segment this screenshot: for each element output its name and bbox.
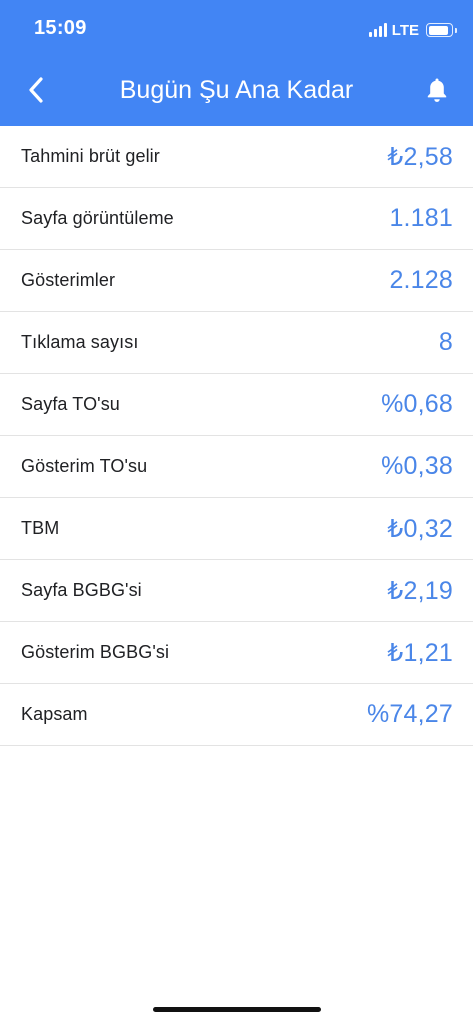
metric-value: %0,68 <box>381 390 453 418</box>
metric-row-page-ctr[interactable]: Sayfa TO'su %0,68 <box>0 374 473 436</box>
battery-icon <box>426 23 457 37</box>
metric-row-page-views[interactable]: Sayfa görüntüleme 1.181 <box>0 188 473 250</box>
metric-label: Sayfa görüntüleme <box>21 208 174 228</box>
metric-row-coverage[interactable]: Kapsam %74,27 <box>0 684 473 746</box>
status-bar: 15:09 LTE <box>0 0 473 58</box>
metric-value: 8 <box>438 328 453 356</box>
status-indicators: LTE <box>368 20 457 40</box>
metric-row-impression-ctr[interactable]: Gösterim TO'su %0,38 <box>0 436 473 498</box>
metric-value: ₺2,58 <box>387 142 453 171</box>
metric-label: Gösterim BGBG'si <box>21 642 170 662</box>
metric-value: ₺2,19 <box>387 576 453 605</box>
metric-label: Tıklama sayısı <box>21 332 139 352</box>
metric-value: 1.181 <box>389 204 453 232</box>
metric-row-impression-rpm[interactable]: Gösterim BGBG'si ₺1,21 <box>0 622 473 684</box>
metric-label: Gösterimler <box>21 270 116 290</box>
metric-row-clicks[interactable]: Tıklama sayısı 8 <box>0 312 473 374</box>
back-button[interactable] <box>18 72 54 108</box>
metrics-list: Tahmini brüt gelir ₺2,58 Sayfa görüntüle… <box>0 126 473 746</box>
page-title: Bugün Şu Ana Kadar <box>119 76 354 104</box>
navigation-bar: Bugün Şu Ana Kadar <box>0 58 473 126</box>
metric-label: Sayfa TO'su <box>21 394 120 414</box>
metric-value: %74,27 <box>367 700 453 728</box>
metric-value: 2.128 <box>389 266 453 294</box>
metric-row-page-rpm[interactable]: Sayfa BGBG'si ₺2,19 <box>0 560 473 622</box>
metric-value: %0,38 <box>381 452 453 480</box>
home-indicator[interactable] <box>153 1007 321 1012</box>
app-header: 15:09 LTE Bugün Şu Ana Kadar <box>0 0 473 126</box>
metric-label: Kapsam <box>21 704 88 724</box>
metric-value: ₺1,21 <box>387 638 453 667</box>
chevron-left-icon <box>29 77 43 103</box>
cellular-signal-icon <box>368 23 387 37</box>
metric-value: ₺0,32 <box>387 514 453 543</box>
network-type: LTE <box>391 21 419 39</box>
notifications-button[interactable] <box>419 72 455 108</box>
status-time: 15:09 <box>34 17 87 39</box>
metric-label: Gösterim TO'su <box>21 456 148 476</box>
metric-row-impressions[interactable]: Gösterimler 2.128 <box>0 250 473 312</box>
metric-row-estimated-gross-revenue[interactable]: Tahmini brüt gelir ₺2,58 <box>0 126 473 188</box>
metric-label: TBM <box>21 518 60 538</box>
metric-label: Sayfa BGBG'si <box>21 580 142 600</box>
bell-icon <box>427 78 447 102</box>
metric-row-cpc[interactable]: TBM ₺0,32 <box>0 498 473 560</box>
metric-label: Tahmini brüt gelir <box>21 146 160 166</box>
